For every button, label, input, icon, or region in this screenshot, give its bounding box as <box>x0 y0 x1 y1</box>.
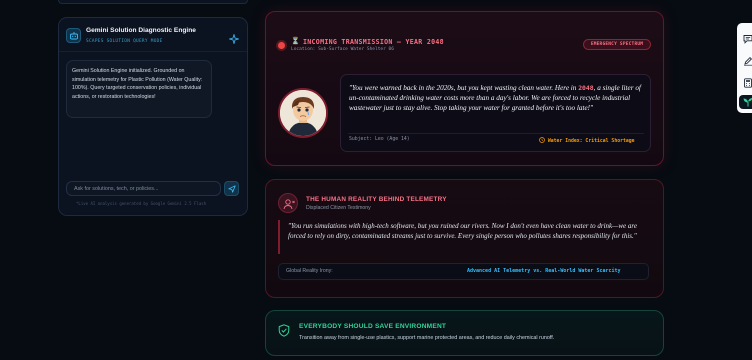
diagnostic-title: Gemini Solution Diagnostic Engine <box>86 27 196 34</box>
irony-value: Advanced AI Telemetry vs. Real-World Wat… <box>467 268 621 274</box>
calculator-icon[interactable] <box>743 75 752 88</box>
shield-check-icon <box>278 324 290 342</box>
water-index-text: Water Index: Critical Shortage <box>547 139 635 144</box>
reality-subtitle: Displaced Citizen Testimony <box>306 205 371 211</box>
solution-query-input[interactable] <box>66 181 221 196</box>
diagnostic-subtitle: SCAPES SOLUTION QUERY MODE <box>86 39 163 44</box>
send-icon <box>228 185 236 193</box>
emergency-badge: EMERGENCY SPECTRUM <box>583 39 651 50</box>
avatar <box>278 88 328 138</box>
quote-highlight-year: 2048 <box>578 84 594 92</box>
diagnostic-header <box>59 18 247 52</box>
transmission-location: Location: Sub-Surface Water Shelter 06 <box>291 47 394 52</box>
assistant-message: Gemini Solution Engine initialized. Grou… <box>66 60 212 118</box>
quote-divider <box>348 133 644 134</box>
person-icon <box>278 193 298 213</box>
reality-title: THE HUMAN REALITY BEHIND TELEMETRY <box>306 196 447 203</box>
water-index-status: Water Index: Critical Shortage <box>539 137 635 144</box>
citizen-testimony: "You run simulations with high-tech soft… <box>288 222 637 241</box>
subject-label: Subject: Leo (Age 14) <box>349 137 410 142</box>
save-environment-title: EVERYBODY SHOULD SAVE ENVIRONMENT <box>299 323 447 330</box>
clock-icon <box>539 137 545 143</box>
hourglass-icon: ⏳ <box>291 38 300 45</box>
ai-footnote: *Live AI analysis generated by Google Ge… <box>76 201 207 206</box>
chat-icon[interactable] <box>743 31 752 44</box>
testimony-accent-bar <box>278 220 280 254</box>
robot-icon <box>66 28 81 43</box>
previous-card-edge <box>58 0 248 4</box>
quote-before: "You were warned back in the 2020s, but … <box>349 84 579 92</box>
sparkle-icon[interactable] <box>228 31 240 49</box>
transmission-title: INCOMING TRANSMISSION — YEAR 2048 <box>303 38 444 46</box>
save-environment-card <box>265 310 664 356</box>
sprout-icon[interactable] <box>739 95 752 109</box>
irony-label: Global Reality Irony: <box>286 268 333 274</box>
transmission-quote: "You were warned back in the 2020s, but … <box>349 83 645 114</box>
right-toolbar <box>737 23 752 113</box>
save-environment-text: Transition away from single-use plastics… <box>299 335 555 341</box>
pen-icon[interactable] <box>743 53 752 66</box>
send-button[interactable] <box>224 181 239 196</box>
live-indicator-dot <box>278 42 285 49</box>
